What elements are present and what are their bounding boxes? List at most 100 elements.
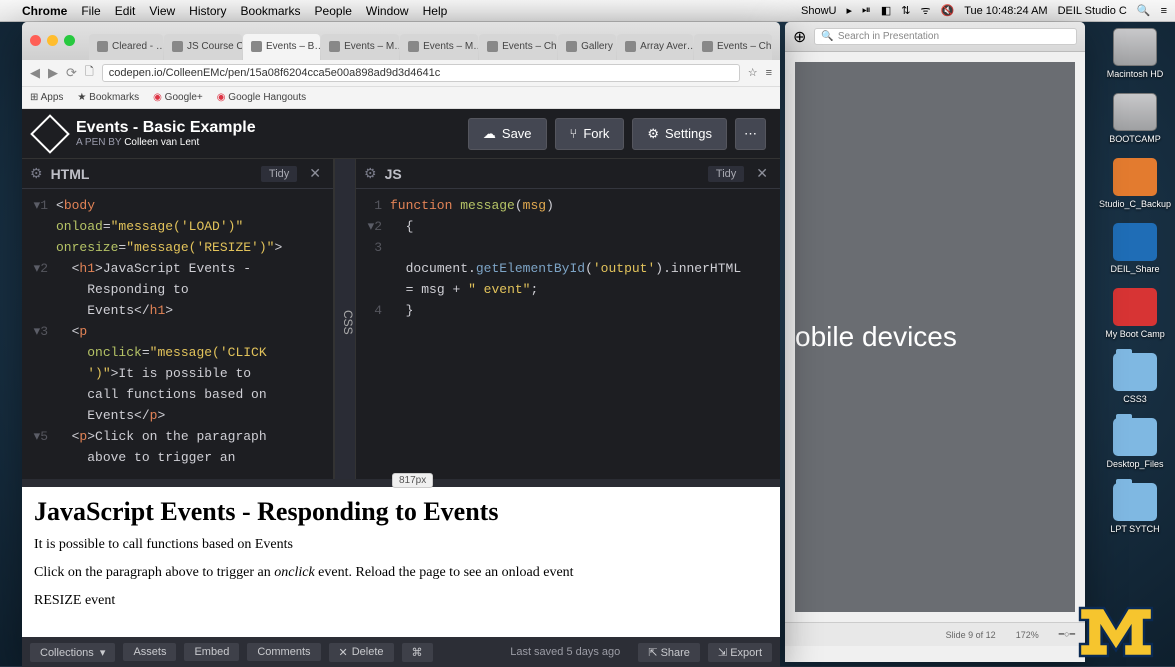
desktop-icons: Macintosh HD BOOTCAMP Studio_C_Backup DEIL_… <box>1103 28 1167 534</box>
editor-panes: ⚙ HTML Tidy ✕ ▾1<bodyonload="message('LO… <box>22 159 780 479</box>
html-close-icon[interactable]: ✕ <box>305 165 325 182</box>
address-bar: ◀ ▶ ⟳ 🗋 codepen.io/ColleenEMc/pen/15a08f… <box>22 60 780 88</box>
menubar-app[interactable]: Chrome <box>22 4 67 18</box>
browser-tab[interactable]: Events – Ch…× <box>694 34 772 60</box>
js-settings-icon[interactable]: ⚙ <box>364 165 377 182</box>
preview-p1[interactable]: It is possible to call functions based o… <box>34 537 768 553</box>
desktop-icon[interactable]: Macintosh HD <box>1103 28 1167 79</box>
mac-menubar: Chrome File Edit View History Bookmarks Peopl… <box>0 0 1175 22</box>
menu-help[interactable]: Help <box>423 4 448 18</box>
js-code[interactable]: 1function message(msg)▾2 {3 document.get… <box>356 189 780 479</box>
menu-bookmarks[interactable]: Bookmarks <box>241 4 301 18</box>
statusbar-item[interactable]: DEIL Studio C <box>1058 5 1127 17</box>
save-button[interactable]: ☁Save <box>468 118 547 150</box>
pane-divider[interactable]: 817px <box>22 479 780 487</box>
chrome-window: Cleared - …×JS Course C…×Events – B…×Eve… <box>22 22 780 667</box>
reload-icon[interactable]: ⟳ <box>66 65 77 81</box>
browser-tab[interactable]: Cleared - …× <box>89 34 163 60</box>
html-tidy-button[interactable]: Tidy <box>261 166 297 182</box>
bookmark-item[interactable]: ◉ Google Hangouts <box>217 92 306 103</box>
browser-tab[interactable]: Events – M…× <box>400 34 478 60</box>
js-close-icon[interactable]: ✕ <box>752 165 772 182</box>
menu-edit[interactable]: Edit <box>115 4 136 18</box>
gear-icon: ⚙ <box>647 126 659 142</box>
window-controls[interactable] <box>30 35 75 46</box>
desktop-wallpaper: Macintosh HD BOOTCAMP Studio_C_Backup DEIL_… <box>0 22 1175 666</box>
settings-button[interactable]: ⚙Settings <box>632 118 727 150</box>
desktop-icon[interactable]: DEIL_Share <box>1103 223 1167 274</box>
browser-tabs: Cleared - …×JS Course C…×Events – B…×Eve… <box>89 34 772 60</box>
url-input[interactable]: codepen.io/ColleenEMc/pen/15a08f6204cca5… <box>102 64 740 82</box>
assets-button[interactable]: Assets <box>123 643 176 661</box>
keynote-window[interactable]: ⊕ 🔍 Search in Presentation obile devices… <box>785 22 1085 662</box>
more-button[interactable]: ⋯ <box>735 118 766 150</box>
embed-button[interactable]: Embed <box>184 643 239 661</box>
browser-tab[interactable]: Events – M…× <box>321 34 399 60</box>
js-editor: ⚙ JS Tidy ✕ 1function message(msg)▾2 {3 … <box>356 159 780 479</box>
browser-tab[interactable]: Events – Ch…× <box>479 34 557 60</box>
menu-file[interactable]: File <box>81 4 100 18</box>
html-editor: ⚙ HTML Tidy ✕ ▾1<bodyonload="message('LO… <box>22 159 334 479</box>
export-button[interactable]: ⇲ Export <box>708 643 772 662</box>
html-code[interactable]: ▾1<bodyonload="message('LOAD')"onresize=… <box>22 189 333 479</box>
keynote-search-input[interactable]: 🔍 Search in Presentation <box>814 28 1077 45</box>
statusbar-item[interactable]: ≡ <box>1161 5 1167 17</box>
statusbar-item[interactable]: ▸ <box>846 4 852 17</box>
bookmark-item[interactable]: ⊞ Apps <box>30 92 63 103</box>
desktop-icon[interactable]: My Boot Camp <box>1103 288 1167 339</box>
menu-history[interactable]: History <box>189 4 226 18</box>
menu-people[interactable]: People <box>315 4 352 18</box>
bookmark-bar: ⊞ Apps ★ Bookmarks ◉ Google+ ◉ Google Hango… <box>22 87 780 109</box>
back-icon[interactable]: ◀ <box>30 65 40 81</box>
michigan-logo <box>1075 604 1157 660</box>
keynote-zoom-icon[interactable]: ⊕ <box>793 27 806 47</box>
desktop-icon[interactable]: CSS3 <box>1103 353 1167 404</box>
browser-tab[interactable]: JS Course C…× <box>164 34 242 60</box>
fork-button[interactable]: ⑂Fork <box>555 118 625 150</box>
bookmark-item[interactable]: ◉ Google+ <box>153 92 203 103</box>
browser-tab[interactable]: Array Aver…× <box>617 34 693 60</box>
preview-heading: JavaScript Events - Responding to Events <box>34 497 768 527</box>
bookmark-item[interactable]: ★ Bookmarks <box>77 92 139 103</box>
pen-subtitle: A PEN BY Colleen van Lent <box>76 137 468 148</box>
chrome-menu-icon[interactable]: ≡ <box>766 67 772 79</box>
collections-button[interactable]: Collections ▾ <box>30 643 115 662</box>
desktop-icon[interactable]: Studio_C_Backup <box>1103 158 1167 209</box>
statusbar-item[interactable]: 🔍 <box>1137 4 1151 17</box>
desktop-icon[interactable]: LPT SYTCH <box>1103 483 1167 534</box>
share-button[interactable]: ⇱ Share <box>638 643 700 662</box>
js-tidy-button[interactable]: Tidy <box>708 166 744 182</box>
preview-output: RESIZE event <box>34 593 768 609</box>
codepen-app: Events - Basic Example A PEN BY Colleen … <box>22 109 780 667</box>
menu-window[interactable]: Window <box>366 4 409 18</box>
css-collapsed-pane[interactable]: CSS <box>334 159 356 479</box>
statusbar-item[interactable]: ShowU <box>801 5 836 17</box>
keynote-slide: obile devices <box>795 62 1075 612</box>
width-indicator: 817px <box>392 473 433 488</box>
delete-button[interactable]: ✕Delete <box>329 643 394 662</box>
statusbar-item[interactable]: ◧ <box>881 4 891 17</box>
browser-tab[interactable]: Events – B…× <box>243 34 320 60</box>
browser-tab[interactable]: Gallery× <box>558 34 616 60</box>
fork-icon: ⑂ <box>570 126 578 141</box>
statusbar-item[interactable]: ᯤ <box>920 3 930 18</box>
desktop-icon[interactable]: BOOTCAMP <box>1103 93 1167 144</box>
keyboard-button[interactable]: ⌘ <box>402 643 433 662</box>
bookmark-star-icon[interactable]: ☆ <box>748 66 758 79</box>
statusbar-item[interactable]: Tue 10:48:24 AM <box>964 5 1047 17</box>
desktop-icon[interactable]: Desktop_Files <box>1103 418 1167 469</box>
codepen-logo-icon[interactable] <box>30 114 70 154</box>
search-icon: 🔍 <box>821 31 833 42</box>
statusbar-item[interactable]: 🔇 <box>941 4 955 17</box>
comments-button[interactable]: Comments <box>247 643 320 661</box>
keynote-toolbar: ⊕ 🔍 Search in Presentation <box>785 22 1085 52</box>
last-saved: Last saved 5 days ago <box>441 646 631 658</box>
menu-view[interactable]: View <box>149 4 175 18</box>
preview-pane[interactable]: JavaScript Events - Responding to Events… <box>22 487 780 637</box>
keynote-footer: Slide 9 of 12 172% ━○━ <box>785 622 1085 646</box>
forward-icon[interactable]: ▶ <box>48 65 58 81</box>
keynote-zoom-slider[interactable]: ━○━ <box>1059 629 1075 640</box>
html-settings-icon[interactable]: ⚙ <box>30 165 43 182</box>
statusbar-item[interactable]: ⇅ <box>901 4 910 17</box>
statusbar-item[interactable]: ⏯ <box>862 4 871 17</box>
